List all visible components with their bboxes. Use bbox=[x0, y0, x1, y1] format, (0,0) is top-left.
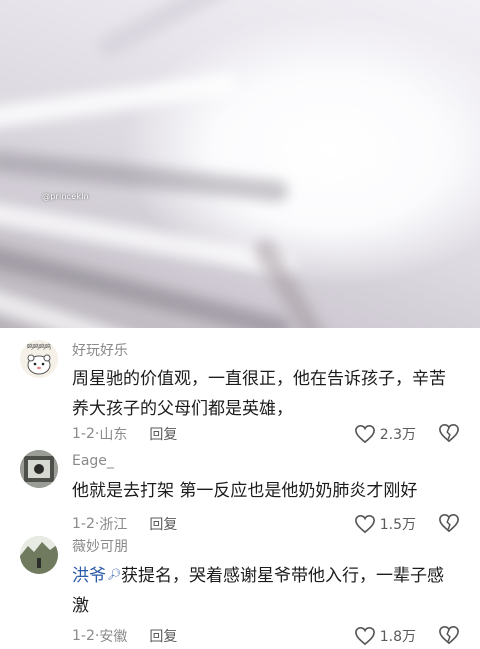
heart-icon bbox=[354, 514, 375, 534]
comment-author[interactable]: 好玩好乐 bbox=[72, 340, 128, 360]
photo-avatar-icon bbox=[20, 450, 58, 488]
mention-link[interactable]: 洪爷🔎︎ bbox=[72, 566, 121, 586]
avatar-caption: 呜呜呜呜 bbox=[26, 344, 51, 351]
reply-button[interactable]: 回复 bbox=[149, 424, 177, 444]
broken-heart-icon bbox=[439, 513, 459, 533]
comment-date: 1-2 bbox=[72, 516, 95, 532]
heart-icon bbox=[354, 626, 375, 646]
like-count: 1.8万 bbox=[379, 629, 416, 645]
comment-text-content: 获提名，哭着感谢星爷带他入行，一辈子感激 bbox=[72, 566, 444, 616]
dislike-button[interactable] bbox=[438, 513, 460, 537]
comment-list: 呜呜呜呜 好玩好乐 周星驰的价值观，一直很正，他在告诉孩子，辛苦养大孩子的父母们… bbox=[0, 328, 480, 646]
comment-date: 1-2 bbox=[72, 426, 95, 442]
comment-text: 洪爷🔎︎获提名，哭着感谢星爷带他入行，一辈子感激 bbox=[72, 560, 452, 621]
heart-icon bbox=[354, 424, 375, 444]
comment-meta: 1-2 · 安徽 回复 bbox=[72, 626, 177, 646]
avatar[interactable]: 呜呜呜呜 bbox=[20, 340, 58, 378]
broken-heart-icon bbox=[439, 423, 459, 443]
dislike-button[interactable] bbox=[438, 625, 460, 649]
video-frame[interactable]: @princekin bbox=[0, 0, 480, 328]
comment-meta: 1-2 · 山东 回复 bbox=[72, 424, 177, 444]
like-count: 1.5万 bbox=[379, 517, 416, 533]
video-watermark: @princekin bbox=[42, 192, 89, 201]
comment-text: 周星驰的价值观，一直很正，他在告诉孩子，辛苦养大孩子的父母们都是英雄， bbox=[72, 369, 446, 419]
broken-heart-icon bbox=[439, 625, 459, 645]
comment-date: 1-2 bbox=[72, 628, 95, 644]
comment-meta: 1-2 · 浙江 回复 bbox=[72, 514, 177, 534]
like-button[interactable]: 1.5万 bbox=[354, 514, 416, 534]
reply-button[interactable]: 回复 bbox=[149, 626, 177, 646]
avatar[interactable] bbox=[20, 536, 58, 574]
like-count: 2.3万 bbox=[379, 427, 416, 443]
search-icon: 🔎︎ bbox=[107, 568, 121, 581]
comment-author[interactable]: Eage_ bbox=[72, 453, 114, 469]
comment-location: 浙江 bbox=[99, 517, 128, 533]
comment-location: 安徽 bbox=[99, 629, 128, 645]
comment-location: 山东 bbox=[99, 427, 128, 443]
reply-button[interactable]: 回复 bbox=[149, 514, 177, 534]
landscape-avatar-icon bbox=[20, 536, 58, 574]
like-button[interactable]: 2.3万 bbox=[354, 424, 416, 444]
avatar[interactable] bbox=[20, 450, 58, 488]
comment-author[interactable]: 薇妙可朋 bbox=[72, 536, 128, 556]
comment-text: 他就是去打架 第一反应也是他奶奶肺炎才刚好 bbox=[72, 481, 418, 501]
dislike-button[interactable] bbox=[438, 423, 460, 447]
like-button[interactable]: 1.8万 bbox=[354, 626, 416, 646]
